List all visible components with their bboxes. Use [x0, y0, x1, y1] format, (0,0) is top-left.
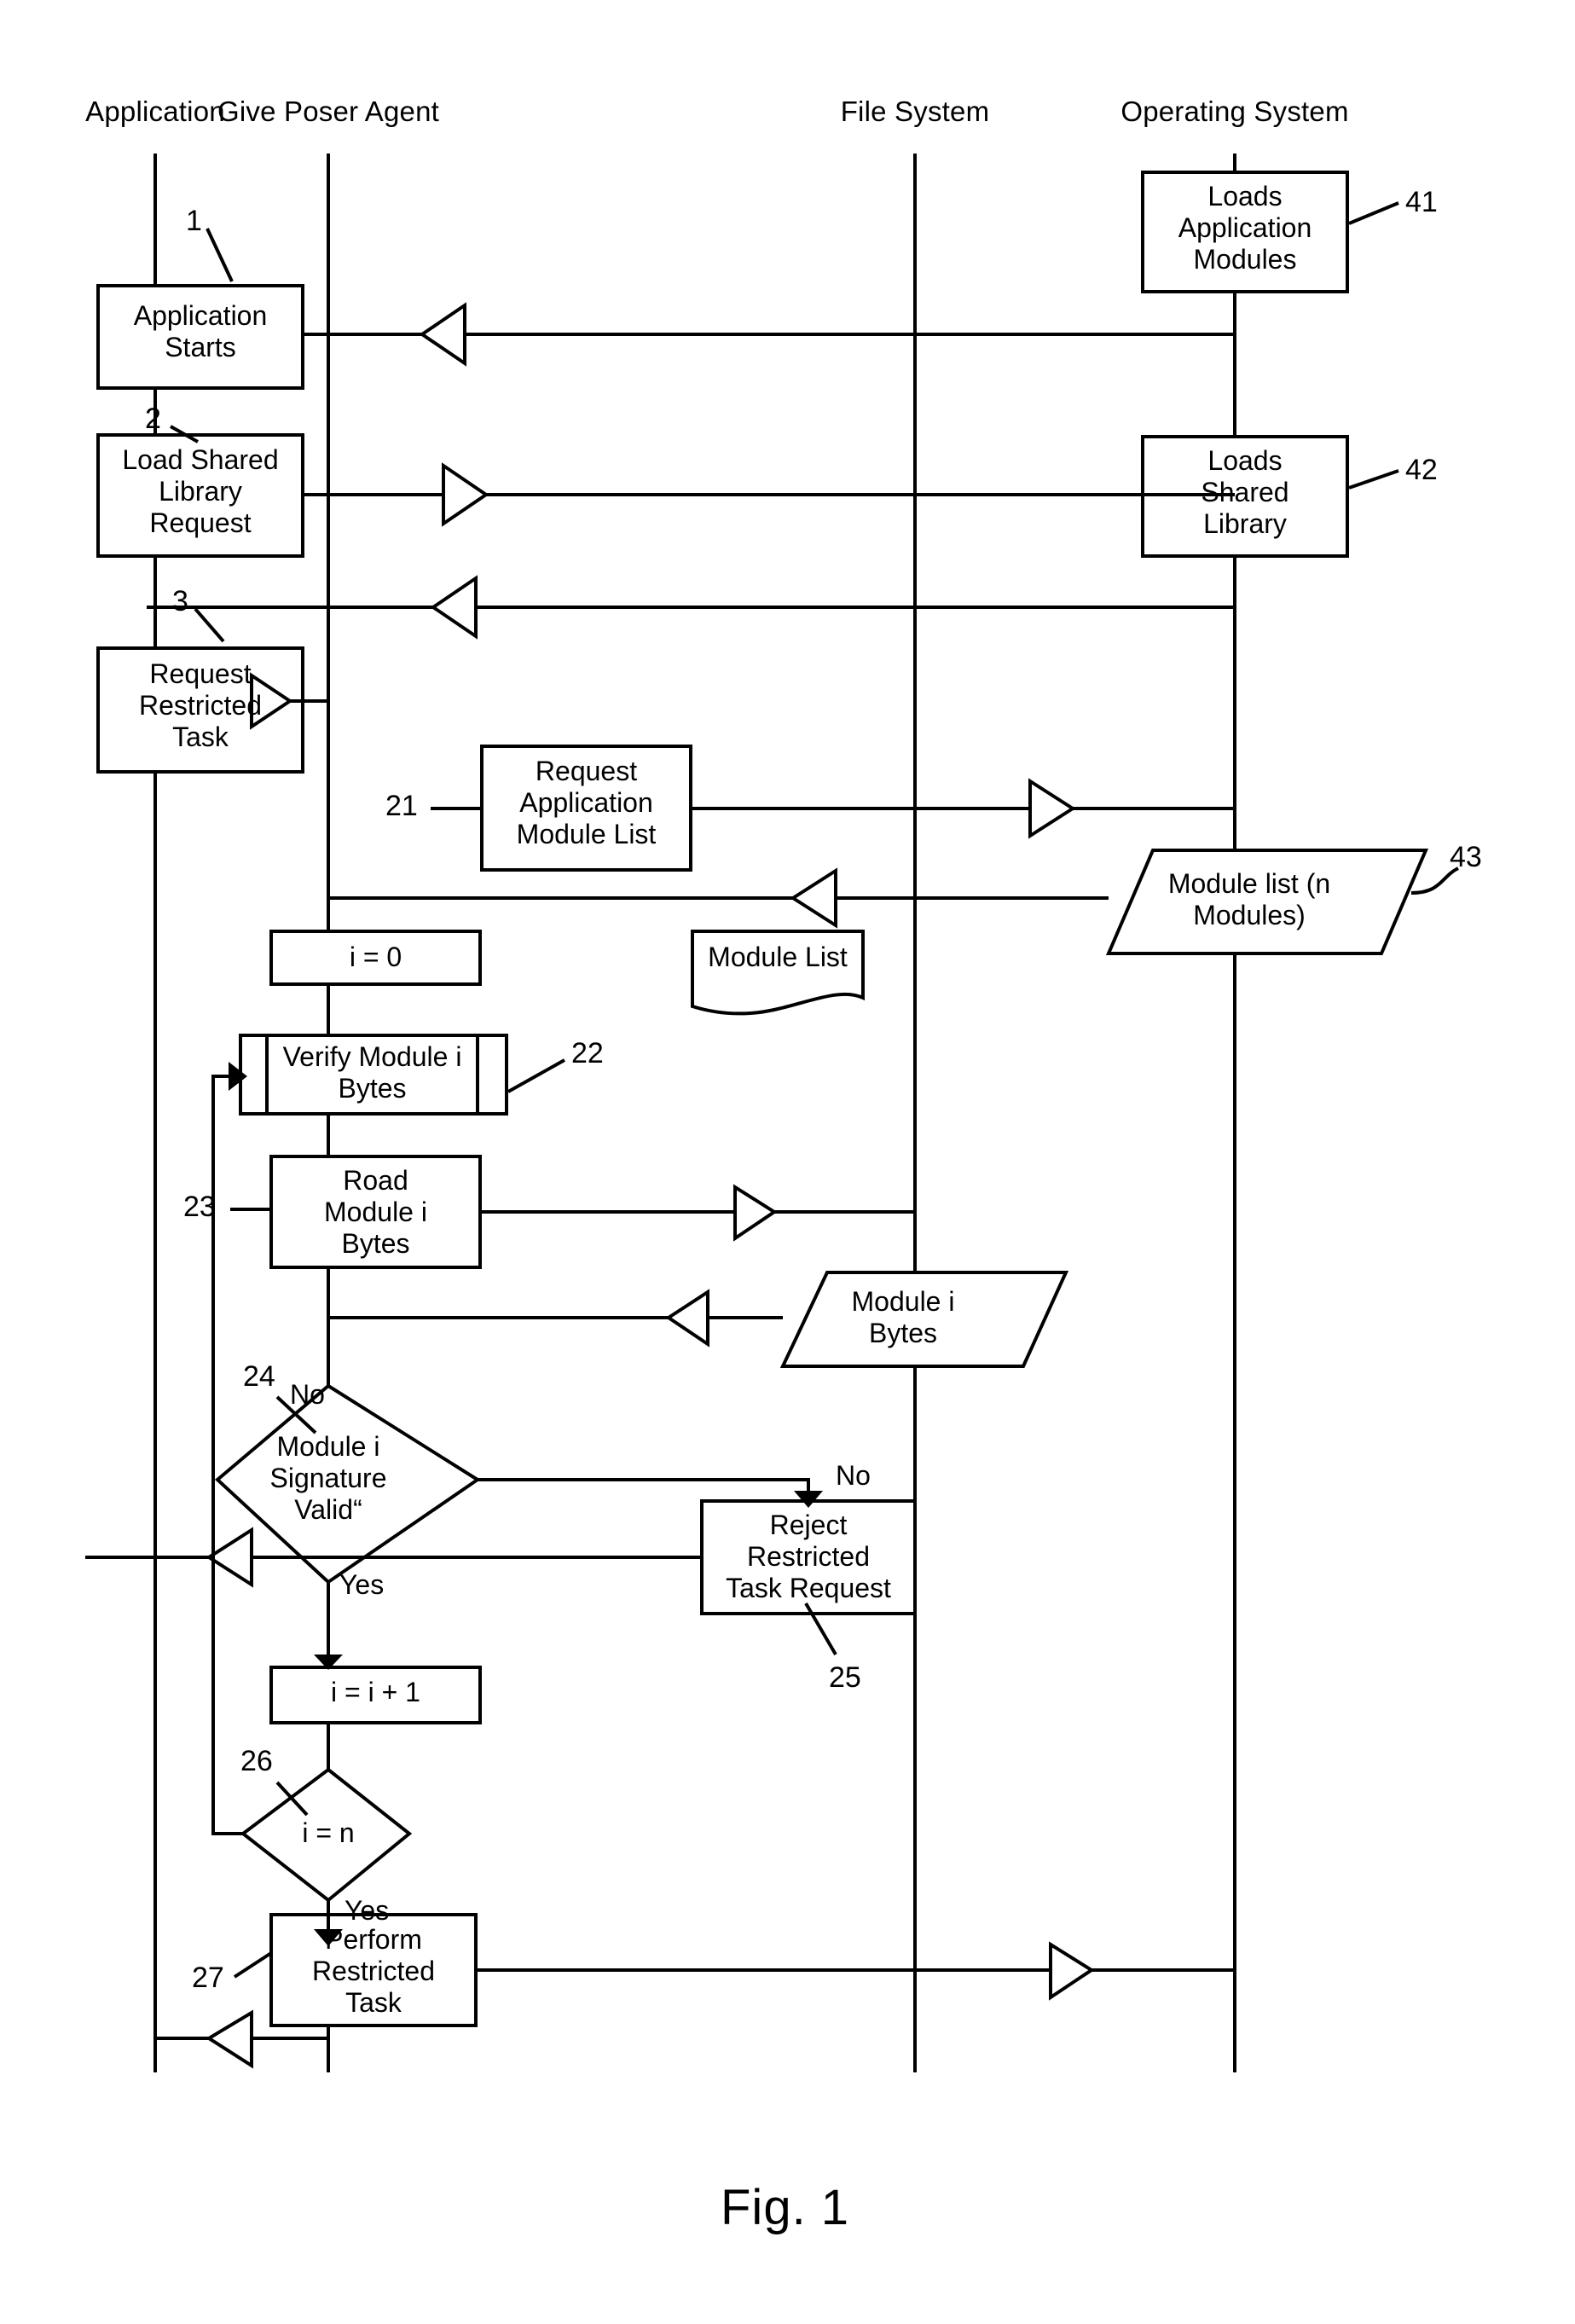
node-label-module-i-signature-valid: Module i Signature Valid“	[269, 1431, 387, 1525]
arrowhead-fs-to-agent-module-bytes	[665, 1289, 709, 1347]
ref-number-23: 23	[183, 1191, 216, 1223]
ref-number-24: 24	[243, 1360, 275, 1393]
node-label-i-increment: i = i + 1	[331, 1677, 420, 1707]
node-label-verify-module-i-bytes: Verify Module i Bytes	[282, 1041, 462, 1104]
edge-label-no-reject: No	[836, 1460, 871, 1491]
ref-number-2: 2	[145, 403, 161, 435]
arrowhead-agent-to-application-done	[206, 2009, 253, 2069]
arrowhead-agent-to-fs-read-module-bytes	[733, 1184, 778, 1242]
figure-page: Application Give Poser Agent File System…	[0, 0, 1575, 2324]
node-label-request-restricted-task: Request Restricted Task	[138, 658, 263, 752]
node-label-module-list-n-modules: Module list (n Modules)	[1167, 868, 1331, 930]
arrowhead-app-to-os-load-shared-library	[442, 462, 489, 527]
ref-leader-27	[233, 1951, 273, 1979]
lane-header-file-system: File System	[840, 96, 990, 127]
node-label-application-starts: Application Starts	[133, 300, 268, 362]
figure-caption: Fig. 1	[721, 2180, 850, 2235]
edge-label-yes-signature: Yes	[339, 1569, 385, 1600]
ref-number-27: 27	[192, 1962, 224, 1994]
node-label-load-shared-library-request: Load Shared Library Request	[122, 444, 279, 538]
node-label-loads-shared-library: Loads Shared Library	[1201, 445, 1289, 539]
ref-number-26: 26	[240, 1745, 273, 1777]
arrowhead-agent-to-os-module-list-request	[1028, 778, 1076, 839]
ref-number-21: 21	[385, 790, 418, 822]
ref-number-41: 41	[1405, 186, 1438, 218]
lane-header-give-poser-agent: Give Poser Agent	[217, 96, 439, 127]
edge-label-yes-i-equals-n: Yes	[345, 1895, 390, 1926]
ref-leader-41	[1348, 201, 1399, 225]
edge-label-no-loopback: No	[290, 1379, 325, 1410]
ref-number-42: 42	[1405, 454, 1438, 486]
node-label-i-equals-0: i = 0	[349, 942, 402, 972]
arrowhead-os-to-application-start	[419, 302, 466, 367]
node-label-request-application-module-list: Request Application Module List	[516, 756, 657, 849]
flow-decision-no-to-reject	[478, 1478, 810, 1491]
ref-leader-1	[206, 228, 234, 282]
arrowhead-os-to-application-library-loaded	[430, 575, 478, 640]
ref-number-22: 22	[571, 1037, 604, 1069]
ref-leader-3	[194, 607, 225, 643]
node-label-module-list-document: Module List	[708, 942, 848, 972]
ref-number-25: 25	[829, 1661, 861, 1694]
lane-header-operating-system: Operating System	[1120, 96, 1349, 127]
ref-number-1: 1	[186, 205, 202, 237]
ref-leader-42	[1348, 469, 1399, 490]
ref-leader-22	[507, 1058, 565, 1093]
node-label-perform-restricted-task: Perform Restricted Task	[311, 1924, 436, 2018]
arrowhead-agent-to-os-perform-task	[1049, 1941, 1095, 2001]
node-label-loads-application-modules: Loads Application Modules	[1178, 181, 1312, 275]
node-label-i-equals-n: i = n	[302, 1817, 355, 1848]
ref-number-3: 3	[172, 585, 188, 617]
node-label-reject-restricted-task-request: Reject Restricted Task Request	[726, 1510, 891, 1603]
arrowhead-agent-to-application-reject	[206, 1527, 253, 1588]
node-label-module-i-bytes: Module i Bytes	[851, 1286, 955, 1348]
node-label-road-module-i-bytes: Road Module i Bytes	[324, 1165, 427, 1259]
arrowhead-os-to-agent-module-list	[790, 867, 837, 929]
ref-number-43: 43	[1450, 841, 1482, 873]
